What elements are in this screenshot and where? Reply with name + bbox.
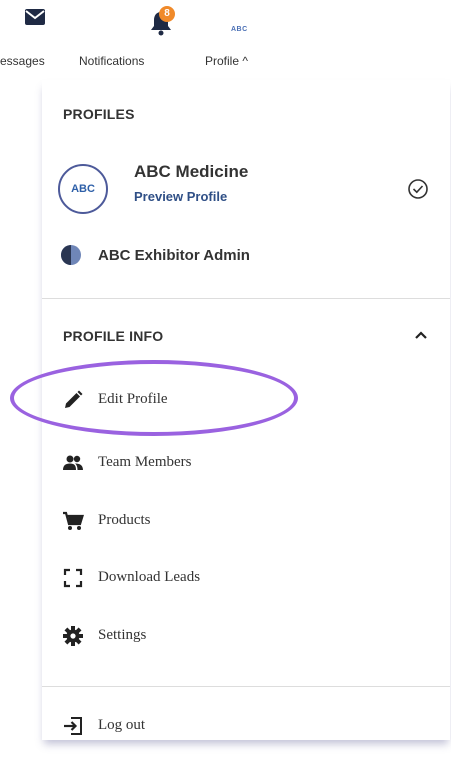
chevron-up-icon[interactable] xyxy=(414,330,428,340)
envelope-icon xyxy=(25,9,45,25)
menu-label: Log out xyxy=(98,717,146,733)
menu-edit-profile[interactable]: Edit Profile xyxy=(42,380,450,420)
abc-medicine-avatar: ABC xyxy=(58,164,108,214)
top-nav: Messages 8 Notifications ABC Profile ^ xyxy=(0,0,451,80)
menu-settings[interactable]: Settings xyxy=(42,616,450,656)
nav-messages-label: Messages xyxy=(0,54,45,68)
menu-label: Team Members xyxy=(98,454,192,470)
profile-logo-icon: ABC xyxy=(231,26,248,33)
scan-frame-icon xyxy=(63,568,83,588)
menu-label: Download Leads xyxy=(98,569,201,585)
profile-item-abc-medicine[interactable]: ABC ABC Medicine Preview Profile xyxy=(42,156,450,220)
nav-profile-label: Profile ^ xyxy=(205,54,248,68)
profile-item-abc-exhibitor-admin[interactable]: ABC Exhibitor Admin xyxy=(42,240,450,276)
exhibitor-admin-name: ABC Exhibitor Admin xyxy=(98,247,250,264)
cart-icon xyxy=(63,511,84,530)
menu-label: Edit Profile xyxy=(98,391,168,407)
menu-products[interactable]: Products xyxy=(42,501,450,541)
logout-icon xyxy=(64,717,82,735)
profile-subtitle: Preview Profile xyxy=(134,189,228,204)
pencil-icon xyxy=(65,390,83,408)
menu-download-leads[interactable]: Download Leads xyxy=(42,558,450,598)
nav-notifications-label: Notifications xyxy=(79,54,145,68)
profile-dropdown-panel: PROFILES ABC ABC Medicine Preview Profil… xyxy=(42,80,450,740)
profile-info-section-title: PROFILE INFO xyxy=(63,328,164,344)
abc-medicine-logo-text: ABC xyxy=(71,183,95,195)
menu-label: Products xyxy=(98,512,151,528)
profile-name: ABC Medicine xyxy=(134,162,249,181)
people-icon xyxy=(63,455,83,470)
nav-notifications[interactable]: 8 Notifications xyxy=(79,0,175,80)
divider-2 xyxy=(42,686,450,687)
menu-team-members[interactable]: Team Members xyxy=(42,443,450,483)
menu-logout[interactable]: Log out xyxy=(42,706,450,746)
menu-label: Settings xyxy=(98,627,147,643)
selected-check-icon xyxy=(408,179,428,199)
exhibitor-avatar-icon xyxy=(61,245,81,265)
nav-profile[interactable]: ABC Profile ^ xyxy=(205,0,275,80)
gear-icon xyxy=(63,626,83,646)
notifications-badge: 8 xyxy=(159,6,175,22)
profiles-section-title: PROFILES xyxy=(63,106,135,122)
divider-1 xyxy=(42,298,450,299)
nav-messages[interactable]: Messages xyxy=(0,0,90,80)
